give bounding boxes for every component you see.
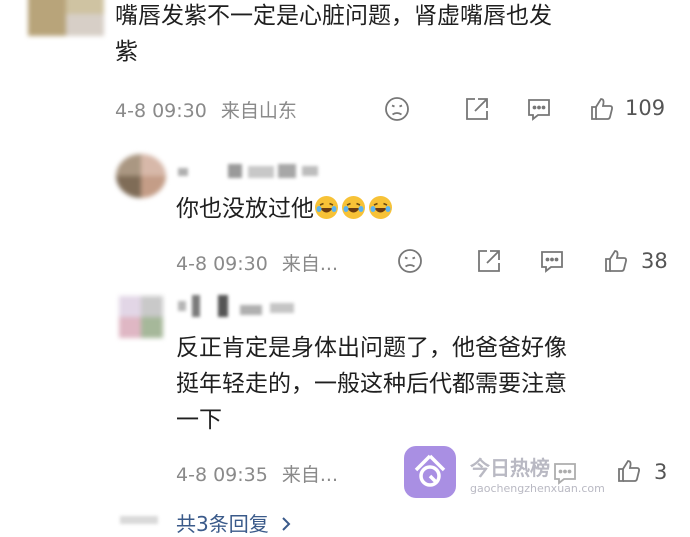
comment-text-line: 嘴唇发紫不一定是心脏问题，肾虚嘴唇也发 xyxy=(115,3,552,29)
reply-text-line: 一下 xyxy=(176,407,222,433)
like-count: 38 xyxy=(641,249,668,273)
reply-text-line: 反正肯定是身体出问题了，他爸爸好像 xyxy=(176,335,567,361)
location: 来自山东 xyxy=(220,100,297,122)
sad-face-icon[interactable] xyxy=(384,96,410,122)
laugh-emoji-icon xyxy=(341,195,366,220)
avatar[interactable] xyxy=(116,154,166,198)
more-replies-label: 共3条回复 xyxy=(176,512,269,536)
comment-meta: 4-8 09:30 来自山东 xyxy=(115,96,297,123)
comment-icon[interactable] xyxy=(552,460,578,486)
timestamp: 4-8 09:30 xyxy=(176,253,268,275)
timestamp: 4-8 09:35 xyxy=(176,464,268,486)
avatar[interactable] xyxy=(119,296,163,338)
username[interactable] xyxy=(178,164,318,178)
laugh-emoji-icon xyxy=(368,195,393,220)
reply-meta: 4-8 09:30 来自... xyxy=(176,249,338,276)
comment-icon[interactable] xyxy=(526,96,552,122)
reply-text: 你也没放过他 xyxy=(176,193,395,225)
timestamp: 4-8 09:30 xyxy=(115,100,207,122)
location: 来自... xyxy=(281,464,338,486)
share-icon[interactable] xyxy=(464,96,490,122)
comment-text: 嘴唇发紫不一定是心脏问题，肾虚嘴唇也发 紫 xyxy=(115,0,675,68)
like-count: 3 xyxy=(654,460,668,484)
thumbs-up-icon[interactable] xyxy=(616,458,642,484)
avatar[interactable] xyxy=(28,0,104,36)
reply-text-line: 挺年轻走的，一般这种后代都需要注意 xyxy=(176,371,567,397)
watermark-logo-icon xyxy=(404,446,456,498)
thumbs-up-icon[interactable] xyxy=(603,248,629,274)
reply-text: 反正肯定是身体出问题了，他爸爸好像 挺年轻走的，一般这种后代都需要注意 一下 xyxy=(176,332,676,436)
watermark-url: gaochengzhenxuan.com xyxy=(470,482,605,495)
share-icon[interactable] xyxy=(476,248,502,274)
reply-text-content: 你也没放过他 xyxy=(176,196,314,222)
like-count: 109 xyxy=(625,96,666,120)
more-replies-link[interactable]: 共3条回复 xyxy=(176,508,292,537)
watermark-title: 今日热榜 xyxy=(470,456,550,480)
reply-meta: 4-8 09:35 来自... xyxy=(176,460,338,487)
more-replies-avatar xyxy=(120,514,158,526)
laugh-emoji-icon xyxy=(314,195,339,220)
comment-icon[interactable] xyxy=(539,248,565,274)
username[interactable] xyxy=(178,295,298,317)
comment-text-line: 紫 xyxy=(115,39,138,65)
location: 来自... xyxy=(281,253,338,275)
thumbs-up-icon[interactable] xyxy=(589,96,615,122)
chevron-right-icon xyxy=(280,515,292,537)
sad-face-icon[interactable] xyxy=(397,248,423,274)
